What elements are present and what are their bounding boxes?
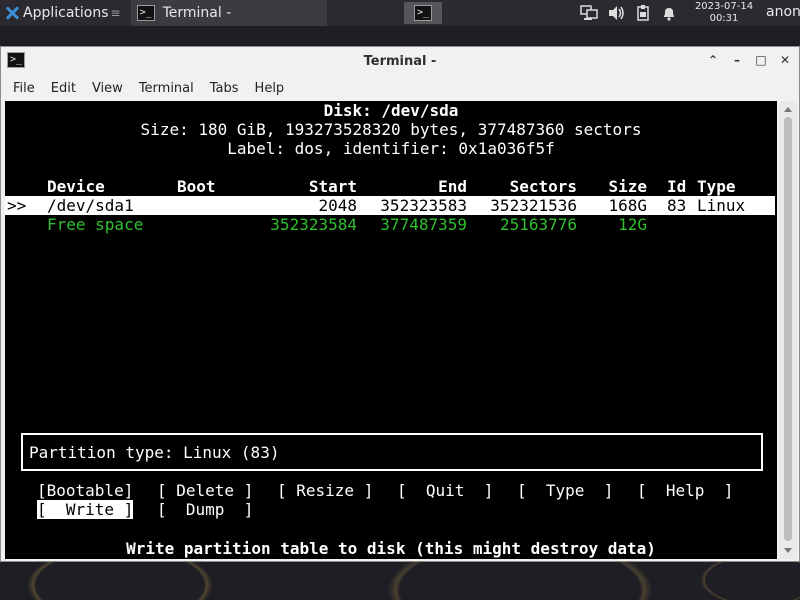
header-boot: Boot <box>177 177 216 196</box>
header-end: End <box>438 177 467 196</box>
taskbar-terminal-title: Terminal - <box>162 5 232 21</box>
header-id: Id <box>667 177 687 196</box>
label-line: Label: dos, identifier: 0x1a036f5f <box>227 139 555 158</box>
header-size: Size <box>608 177 647 196</box>
row-start: 2048 <box>318 196 357 215</box>
header-start: Start <box>308 177 357 196</box>
row-sectors: 25163776 <box>499 215 577 234</box>
menu-terminal[interactable]: Terminal <box>131 81 202 96</box>
table-header: Device Boot Start End Sectors Size Id Ty… <box>5 177 777 196</box>
header-device: Device <box>47 177 105 196</box>
terminal-screen[interactable]: Disk: /dev/sda Size: 180 GiB, 1932735283… <box>5 101 777 559</box>
terminal-icon: >_ <box>136 5 155 21</box>
row-id: 83 <box>667 196 687 215</box>
clock-time: 00:31 <box>709 13 739 24</box>
bootable-button[interactable]: [Bootable] <box>37 481 133 500</box>
row-device: Free space <box>47 215 144 234</box>
menubar: File Edit View Terminal Tabs Help <box>1 75 799 101</box>
header-sectors: Sectors <box>509 177 577 196</box>
menu-help[interactable]: Help <box>247 81 293 96</box>
terminal-scrollbar[interactable] <box>779 101 797 559</box>
row-marker: >> <box>7 196 27 215</box>
type-button[interactable]: [ Type ] <box>517 481 613 500</box>
bell-icon <box>660 4 678 22</box>
volume-icon <box>607 4 625 22</box>
applications-menu[interactable]: Applications ≡ <box>0 0 125 26</box>
menu-glyph-icon: ≡ <box>110 6 121 20</box>
clipboard-icon <box>634 4 652 22</box>
row-end: 377487359 <box>380 215 467 234</box>
terminal-window: >_ Terminal - ⌃ – □ ✕ File Edit View Ter… <box>0 46 800 562</box>
status-text: Partition type: Linux (83) <box>29 443 280 462</box>
scroll-up-icon[interactable] <box>784 107 792 112</box>
row-size: 12G <box>618 215 647 234</box>
table-row[interactable]: >> /dev/sda1 2048 352323583 352321536 16… <box>5 196 775 215</box>
row-type: Linux <box>697 196 746 215</box>
window-controls: ⌃ – □ ✕ <box>705 52 793 68</box>
scroll-down-icon[interactable] <box>784 548 792 553</box>
applications-label: Applications <box>23 5 109 21</box>
command-hint: Write partition table to disk (this migh… <box>126 539 656 558</box>
partition-type-status: Partition type: Linux (83) <box>21 433 763 471</box>
quit-button[interactable]: [ Quit ] <box>397 481 493 500</box>
write-button[interactable]: [ Write ] <box>37 500 134 519</box>
size-line: Size: 180 GiB, 193273528320 bytes, 37748… <box>140 120 642 139</box>
taskbar-terminal-button[interactable]: >_ Terminal - <box>130 0 327 26</box>
workspace-switcher-button[interactable]: >_ <box>404 2 442 24</box>
clock[interactable]: 2023-07-14 00:31 <box>686 0 762 26</box>
row-start: 352323584 <box>270 215 357 234</box>
maximize-icon[interactable]: □ <box>753 52 769 68</box>
menu-file[interactable]: File <box>5 81 43 96</box>
row-device: /dev/sda1 <box>47 196 134 215</box>
tray-network[interactable] <box>580 0 598 26</box>
xfce-logo-icon <box>4 5 20 21</box>
chevron-up-icon[interactable]: ⌃ <box>705 52 721 68</box>
menu-view[interactable]: View <box>84 81 131 96</box>
row-end: 352323583 <box>380 196 467 215</box>
scroll-thumb[interactable] <box>784 117 792 541</box>
resize-button[interactable]: [ Resize ] <box>277 481 373 500</box>
tray-volume[interactable] <box>607 0 625 26</box>
table-row[interactable]: Free space 352323584 377487359 25163776 … <box>5 215 777 234</box>
disk-line: Disk: /dev/sda <box>323 101 459 120</box>
dump-button[interactable]: [ Dump ] <box>157 500 253 519</box>
menu-edit[interactable]: Edit <box>43 81 84 96</box>
help-button[interactable]: [ Help ] <box>637 481 733 500</box>
tray-notifications[interactable] <box>660 0 678 26</box>
row-sectors: 352321536 <box>490 196 577 215</box>
command-bar: [Bootable] [ Delete ] [ Resize ] [ Quit … <box>5 481 777 521</box>
network-icon <box>580 4 598 22</box>
terminal-icon: >_ <box>414 5 432 21</box>
user-menu[interactable]: anon <box>766 4 800 20</box>
window-titlebar[interactable]: >_ Terminal - ⌃ – □ ✕ <box>1 47 799 75</box>
row-size: 168G <box>608 196 647 215</box>
tray-clipboard[interactable] <box>634 0 652 26</box>
delete-button[interactable]: [ Delete ] <box>157 481 253 500</box>
terminal-icon: >_ <box>7 52 25 68</box>
top-panel: Applications ≡ >_ Terminal - >_ 2023-07-… <box>0 0 800 26</box>
minimize-icon[interactable]: – <box>729 52 745 68</box>
window-title: Terminal - <box>363 53 437 69</box>
header-type: Type <box>697 177 736 196</box>
menu-tabs[interactable]: Tabs <box>202 81 247 96</box>
close-icon[interactable]: ✕ <box>777 52 793 68</box>
clock-date: 2023-07-14 <box>694 1 754 12</box>
